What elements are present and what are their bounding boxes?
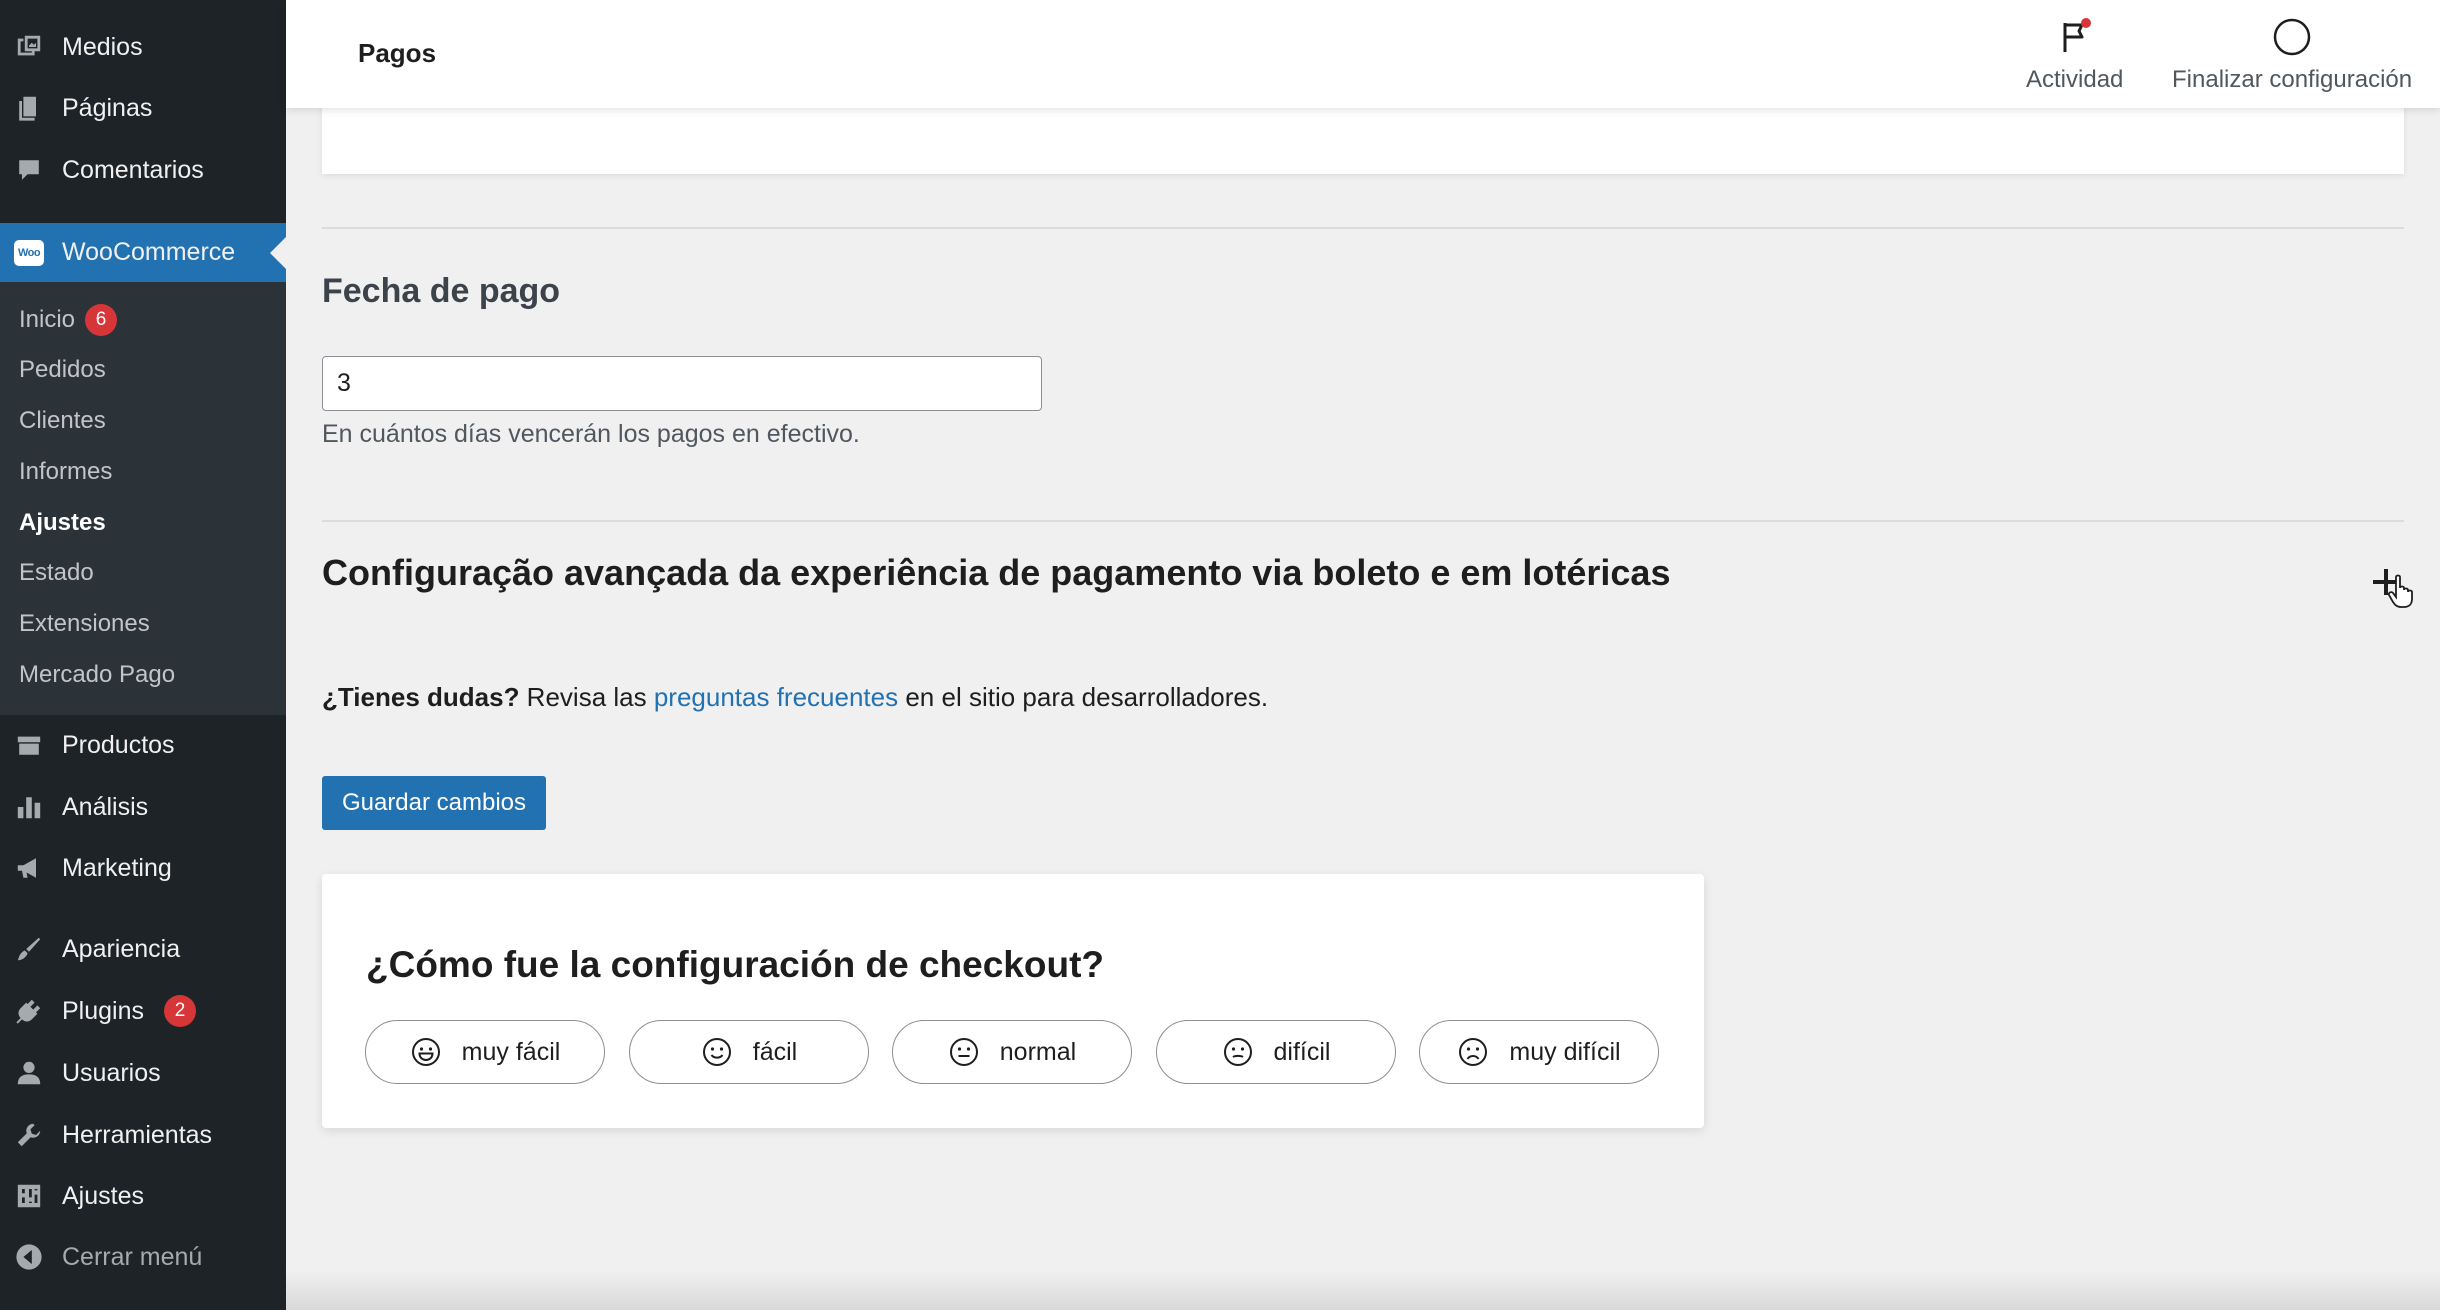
submenu-item-informes[interactable]: Informes bbox=[19, 456, 112, 488]
pages-icon bbox=[14, 93, 44, 123]
submenu-item-estado[interactable]: Estado bbox=[19, 557, 94, 589]
faq-link[interactable]: preguntas frecuentes bbox=[654, 682, 898, 712]
activity-notification-dot bbox=[2080, 18, 2091, 28]
collapse-menu-button[interactable]: Cerrar menú bbox=[0, 1230, 286, 1284]
woocommerce-icon: Woo bbox=[14, 238, 44, 268]
chart-bar-icon bbox=[14, 792, 44, 822]
rating-normal-button[interactable]: normal bbox=[892, 1020, 1132, 1084]
menu-item-apariencia[interactable]: Apariencia bbox=[0, 922, 286, 976]
comments-icon bbox=[14, 155, 44, 185]
section-divider bbox=[322, 520, 2404, 522]
submenu-item-inicio[interactable]: Inicio 6 bbox=[19, 304, 118, 336]
collapse-arrow-icon bbox=[14, 1242, 44, 1272]
page-header: Pagos Actividad Finalizar configuración bbox=[286, 0, 2440, 108]
menu-item-usuarios[interactable]: Usuarios bbox=[0, 1046, 286, 1100]
very-sad-face-icon bbox=[1459, 1038, 1488, 1066]
menu-item-media[interactable]: Medios bbox=[0, 20, 286, 74]
save-changes-button[interactable]: Guardar cambios bbox=[322, 776, 546, 830]
rating-very-hard-button[interactable]: muy difícil bbox=[1419, 1020, 1659, 1084]
woocommerce-submenu: Inicio 6 Pedidos Clientes Informes Ajust… bbox=[0, 282, 286, 715]
submenu-item-mercado-pago[interactable]: Mercado Pago bbox=[19, 659, 175, 691]
menu-item-herramientas[interactable]: Herramientas bbox=[0, 1108, 286, 1162]
menu-item-woocommerce[interactable]: Woo WooCommerce bbox=[0, 223, 286, 282]
payment-date-title: Fecha de pago bbox=[322, 272, 561, 310]
help-text-line: ¿Tienes dudas? Revisa las preguntas frec… bbox=[322, 682, 1269, 712]
doubts-question: ¿Tienes dudas? bbox=[322, 682, 520, 712]
menu-item-ajustes[interactable]: Ajustes bbox=[0, 1169, 286, 1223]
settings-icon bbox=[14, 1181, 44, 1211]
activity-button[interactable]: Actividad bbox=[2026, 16, 2123, 94]
advanced-settings-title[interactable]: Configuração avançada da experiência de … bbox=[322, 552, 1670, 594]
submenu-item-extensiones[interactable]: Extensiones bbox=[19, 608, 150, 640]
page-title: Pagos bbox=[358, 38, 437, 68]
expand-advanced-toggle[interactable] bbox=[2364, 560, 2413, 608]
menu-item-productos[interactable]: Productos bbox=[0, 718, 286, 772]
finish-setup-button[interactable]: Finalizar configuración bbox=[2172, 16, 2412, 94]
very-happy-face-icon bbox=[411, 1038, 440, 1066]
paintbrush-icon bbox=[14, 934, 44, 964]
happy-face-icon bbox=[702, 1038, 731, 1066]
inicio-count-badge: 6 bbox=[85, 304, 118, 336]
bottom-shadow bbox=[286, 1270, 2440, 1310]
megaphone-icon bbox=[14, 853, 44, 883]
survey-question: ¿Cómo fue la configuración de checkout? bbox=[366, 944, 1105, 985]
submenu-item-clientes[interactable]: Clientes bbox=[19, 405, 106, 437]
plugins-count-badge: 2 bbox=[164, 995, 196, 1027]
rating-very-easy-button[interactable]: muy fácil bbox=[365, 1020, 605, 1084]
submenu-item-pedidos[interactable]: Pedidos bbox=[19, 354, 106, 386]
wrench-icon bbox=[14, 1120, 44, 1150]
hand-cursor-icon bbox=[2388, 574, 2413, 608]
progress-circle-icon bbox=[2272, 16, 2312, 58]
menu-item-analisis[interactable]: Análisis bbox=[0, 780, 286, 834]
rating-easy-button[interactable]: fácil bbox=[629, 1020, 869, 1084]
archive-icon bbox=[14, 730, 44, 760]
menu-item-marketing[interactable]: Marketing bbox=[0, 841, 286, 895]
admin-sidebar: Medios Páginas Comentarios Woo WooCommer… bbox=[0, 0, 286, 1310]
media-icon bbox=[14, 32, 44, 62]
checkout-survey-card: ¿Cómo fue la configuración de checkout? … bbox=[322, 874, 1704, 1128]
neutral-face-icon bbox=[949, 1038, 978, 1066]
sad-face-icon bbox=[1223, 1038, 1252, 1066]
plugin-icon bbox=[14, 996, 44, 1026]
user-icon bbox=[14, 1058, 44, 1088]
menu-item-pages[interactable]: Páginas bbox=[0, 81, 286, 135]
menu-item-comments[interactable]: Comentarios bbox=[0, 143, 286, 197]
payment-date-help: En cuántos días vencerán los pagos en ef… bbox=[322, 420, 860, 448]
submenu-item-ajustes[interactable]: Ajustes bbox=[19, 507, 106, 539]
previous-settings-card bbox=[322, 104, 2404, 174]
flag-icon bbox=[2055, 16, 2095, 58]
rating-hard-button[interactable]: difícil bbox=[1156, 1020, 1396, 1084]
section-divider bbox=[322, 227, 2404, 229]
main-content: Fecha de pago En cuántos días vencerán l… bbox=[286, 0, 2440, 1310]
menu-item-plugins[interactable]: Plugins 2 bbox=[0, 984, 286, 1038]
payment-date-input[interactable] bbox=[322, 356, 1042, 411]
